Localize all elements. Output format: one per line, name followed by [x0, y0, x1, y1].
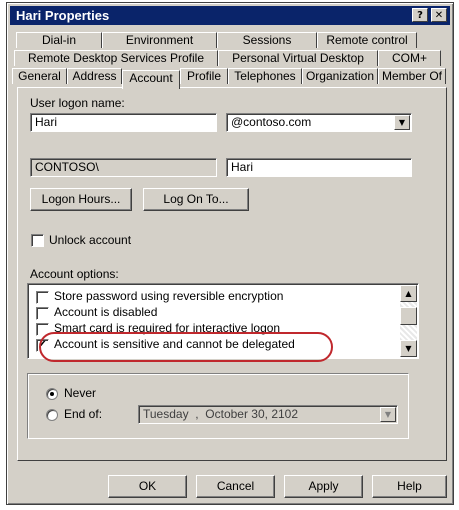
apply-button[interactable]: Apply — [284, 475, 363, 498]
close-icon: ✕ — [434, 10, 444, 21]
expiry-day: Tuesday — [143, 407, 189, 421]
tab-label: Remote Desktop Services Profile — [27, 51, 205, 65]
window-title: Hari Properties — [16, 8, 110, 23]
tab-label: Member Of — [381, 69, 442, 83]
expiry-sep: , — [195, 407, 199, 421]
tab-environment[interactable]: Environment — [102, 32, 217, 48]
unlock-account-label: Unlock account — [49, 233, 132, 247]
tab-profile[interactable]: Profile — [180, 68, 228, 84]
tab-label: Sessions — [242, 33, 292, 47]
scroll-thumb[interactable] — [400, 307, 417, 325]
unlock-account-checkbox[interactable] — [31, 234, 44, 247]
tab-label: Remote control — [326, 33, 408, 47]
account-options-list[interactable]: Store password using reversible encrypti… — [27, 283, 419, 359]
tab-label: Profile — [186, 69, 221, 83]
help-button[interactable]: Help — [372, 475, 447, 498]
end-of-label: End of: — [64, 407, 103, 421]
chevron-down-icon[interactable]: ▼ — [394, 115, 410, 130]
tab-member-of[interactable]: Member Of — [378, 68, 446, 84]
account-expires-group: Never End of: Tuesday , October 30, 2102… — [27, 373, 409, 439]
logon-name-label: User logon name: — [30, 96, 125, 110]
checkmark-icon: ✔ — [38, 339, 47, 350]
option-label: Account is disabled — [54, 305, 158, 319]
tab-remote-control[interactable]: Remote control — [317, 32, 417, 48]
cancel-button[interactable]: Cancel — [196, 475, 275, 498]
options-scrollbar[interactable]: ▲ ▼ — [400, 285, 417, 357]
end-of-radio[interactable] — [46, 409, 58, 421]
tab-label: COM+ — [391, 51, 427, 65]
tab-label: General — [18, 69, 61, 83]
tab-label: Account — [129, 71, 173, 85]
tab-general[interactable]: General — [12, 68, 67, 84]
log-on-to-button[interactable]: Log On To... — [143, 188, 249, 211]
ok-button[interactable]: OK — [108, 475, 187, 498]
chevron-down-icon[interactable]: ▼ — [380, 407, 396, 422]
tab-sessions[interactable]: Sessions — [217, 32, 317, 48]
tab-rds-profile[interactable]: Remote Desktop Services Profile — [14, 50, 218, 66]
scroll-down-icon[interactable]: ▼ — [400, 340, 417, 357]
option-label: Smart card is required for interactive l… — [54, 321, 281, 335]
tab-label: Organization — [305, 69, 375, 83]
logon-name-input[interactable]: Hari — [30, 113, 217, 132]
title-bar: Hari Properties ? ✕ — [10, 6, 450, 25]
logon-hours-button[interactable]: Logon Hours... — [30, 188, 132, 211]
tab-telephones[interactable]: Telephones — [228, 68, 302, 84]
help-title-button[interactable]: ? — [412, 8, 428, 22]
tab-label: Dial-in — [41, 33, 76, 47]
never-label: Never — [64, 386, 97, 400]
tab-label: Telephones — [234, 69, 296, 83]
tab-label: Address — [72, 69, 117, 83]
option-checkbox-sensitive-delegation[interactable]: ✔ — [36, 339, 49, 352]
expiry-date-picker[interactable]: Tuesday , October 30, 2102 ▼ — [138, 405, 398, 424]
scroll-up-icon[interactable]: ▲ — [400, 285, 417, 302]
tab-label: Environment — [125, 33, 194, 47]
upn-suffix-value: @contoso.com — [231, 115, 312, 129]
upn-suffix-select[interactable]: @contoso.com ▼ — [226, 113, 412, 132]
tab-dial-in[interactable]: Dial-in — [16, 32, 102, 48]
tab-personal-virtual-desktop[interactable]: Personal Virtual Desktop — [218, 50, 378, 66]
tab-address[interactable]: Address — [67, 68, 122, 84]
option-checkbox-smart-card[interactable] — [36, 323, 49, 336]
option-label: Store password using reversible encrypti… — [54, 289, 284, 303]
option-label: Account is sensitive and cannot be deleg… — [54, 337, 295, 351]
option-checkbox-account-disabled[interactable] — [36, 307, 49, 320]
option-checkbox-reversible-encryption[interactable] — [36, 291, 49, 304]
tab-account[interactable]: Account — [122, 70, 180, 89]
close-title-button[interactable]: ✕ — [431, 8, 447, 22]
properties-dialog: Hari Properties ? ✕ Dial-in Environment … — [6, 2, 454, 505]
pre2000-logon-input[interactable]: Hari — [226, 158, 412, 177]
expiry-date: October 30, 2102 — [205, 407, 299, 421]
never-radio[interactable] — [46, 388, 58, 400]
help-icon: ? — [417, 10, 423, 21]
tab-com-plus[interactable]: COM+ — [378, 50, 441, 66]
domain-prefix-field: CONTOSO\ — [30, 158, 217, 177]
account-options-label: Account options: — [30, 267, 119, 281]
radio-selected-dot — [50, 392, 54, 396]
tab-label: Personal Virtual Desktop — [232, 51, 364, 65]
tab-organization[interactable]: Organization — [302, 68, 378, 84]
